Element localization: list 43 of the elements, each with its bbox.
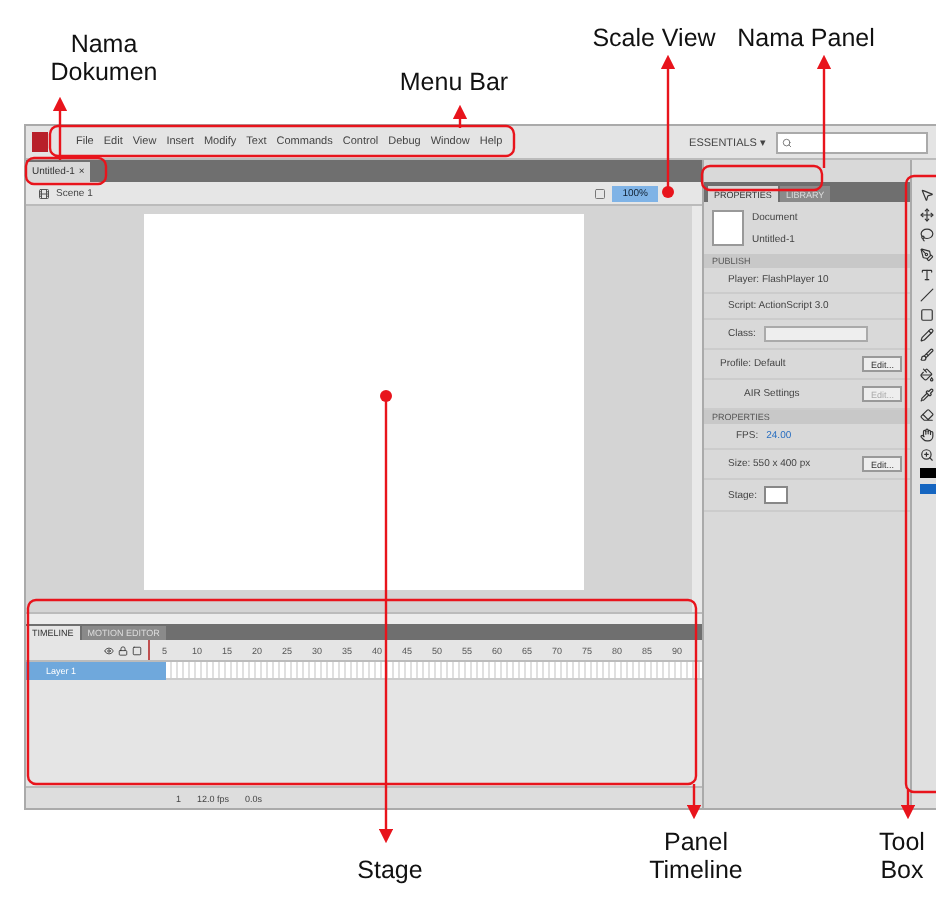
outline-icon[interactable]: [132, 645, 142, 655]
move-icon[interactable]: [920, 208, 934, 222]
text-icon[interactable]: [920, 268, 934, 282]
callout-label: Menu Bar: [397, 68, 511, 97]
pen-icon[interactable]: [920, 248, 934, 262]
search-field[interactable]: [776, 131, 928, 153]
document-icon: [712, 210, 744, 246]
highlight-frame: [700, 164, 824, 192]
symbol-icon[interactable]: [594, 187, 607, 199]
horizontal-scrollbar[interactable]: [26, 612, 702, 624]
callout-arrow: [900, 790, 916, 820]
callout-arrow: [452, 104, 468, 128]
callout-label: Scale View: [590, 24, 718, 53]
brush-icon[interactable]: [920, 348, 934, 362]
fill-color-swatch[interactable]: [919, 484, 935, 494]
eyedropper-icon[interactable]: [920, 388, 934, 402]
eye-icon[interactable]: [104, 645, 114, 655]
class-field[interactable]: [763, 326, 868, 342]
callout-label: Nama Panel: [735, 24, 877, 53]
callout-arrow: [660, 54, 676, 198]
lock-icon[interactable]: [118, 645, 128, 655]
callout-label: Nama Dokumen: [48, 30, 160, 88]
paint-bucket-icon[interactable]: [920, 368, 934, 382]
search-icon: [782, 137, 792, 147]
callout-arrow: [52, 96, 68, 160]
pencil-icon[interactable]: [920, 328, 934, 342]
vertical-scrollbar[interactable]: [692, 206, 702, 612]
callout-arrow: [816, 54, 832, 168]
scene-icon: [38, 187, 50, 199]
eraser-icon[interactable]: [920, 408, 934, 422]
hand-icon[interactable]: [920, 428, 934, 442]
rectangle-icon[interactable]: [920, 308, 934, 322]
callout-label: Tool Box: [877, 828, 927, 886]
stroke-color-swatch[interactable]: [919, 468, 935, 478]
callout-arrow: [686, 784, 702, 820]
stage-color-swatch[interactable]: [764, 486, 789, 504]
lasso-icon[interactable]: [920, 228, 934, 242]
app-logo-icon: [32, 132, 48, 152]
pointer-icon[interactable]: [920, 188, 934, 202]
line-icon[interactable]: [920, 288, 934, 302]
callout-label: Stage: [355, 856, 425, 885]
zoom-icon[interactable]: [920, 448, 934, 462]
callout-label: Panel Timeline: [647, 828, 745, 886]
